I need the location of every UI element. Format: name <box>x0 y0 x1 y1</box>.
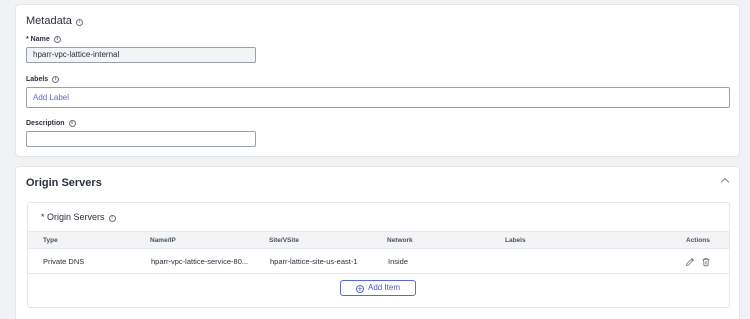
info-icon[interactable]: i <box>108 215 116 222</box>
description-input[interactable] <box>26 131 256 147</box>
pencil-icon[interactable] <box>685 257 695 267</box>
cell-type: Private DNS <box>43 257 85 266</box>
labels-label-wrap: Labels i <box>26 76 60 83</box>
info-icon[interactable]: i <box>52 76 60 83</box>
info-icon[interactable]: i <box>68 120 76 127</box>
description-label: Description <box>26 120 65 127</box>
column-name-ip: Name/IP <box>150 237 176 244</box>
add-item-label: Add Item <box>367 283 400 292</box>
origin-servers-list: * Origin Servers i Type Name/IP Site/VSit… <box>27 202 730 308</box>
metadata-card: Metadata i * Name i hparr-vpc-lattice-inte… <box>15 4 740 157</box>
table-row[interactable]: Private DNS hparr-vpc-lattice-service-80… <box>28 250 729 274</box>
origin-servers-card: Origin Servers * Origin Servers i Type Na… <box>15 166 740 319</box>
info-icon[interactable]: i <box>75 19 83 26</box>
plus-circle-icon: + <box>355 285 364 293</box>
cell-network: Inside <box>388 257 409 266</box>
labels-label: Labels <box>26 76 49 83</box>
name-input[interactable]: hparr-vpc-lattice-internal <box>26 47 256 63</box>
metadata-title: Metadata <box>26 15 72 27</box>
trash-icon[interactable] <box>701 257 711 267</box>
column-type: Type <box>43 237 58 244</box>
column-site-vsite: Site/VSite <box>269 237 299 244</box>
chevron-up-icon[interactable] <box>720 177 730 187</box>
cell-name-ip: hparr-vpc-lattice-service-80... <box>151 257 249 266</box>
cell-site: hparr-lattice-site-us-east-1 <box>270 257 358 266</box>
labels-input[interactable]: Add Label <box>26 87 730 108</box>
origin-servers-subtitle-wrap: * Origin Servers i <box>41 212 116 222</box>
name-label: * Name <box>26 36 50 43</box>
column-labels: Labels <box>505 237 526 244</box>
table-header: Type Name/IP Site/VSite Network Labels A… <box>28 231 729 249</box>
description-label-wrap: Description i <box>26 120 76 127</box>
column-actions: Actions <box>686 237 710 244</box>
name-label-wrap: * Name i <box>26 36 61 43</box>
origin-servers-title: Origin Servers <box>26 177 102 189</box>
column-network: Network <box>387 237 413 244</box>
origin-servers-subtitle: * Origin Servers <box>41 212 105 222</box>
info-icon[interactable]: i <box>53 36 61 43</box>
add-item-button[interactable]: + Add Item <box>340 280 416 296</box>
metadata-heading: Metadata i <box>26 15 83 27</box>
